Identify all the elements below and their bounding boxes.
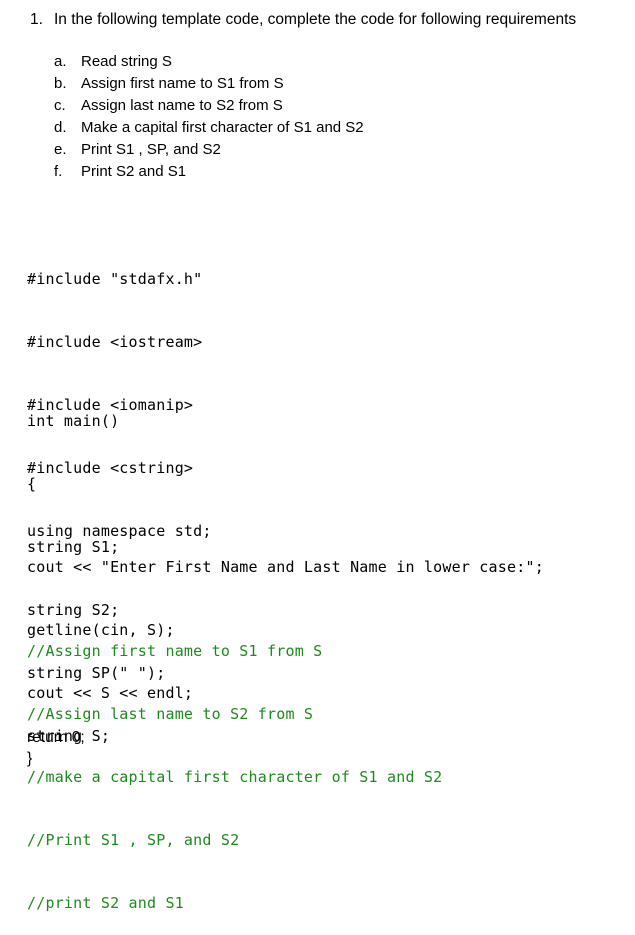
requirement-text: Read string S <box>81 53 172 70</box>
code-line: cout << "Enter First Name and Last Name … <box>27 558 544 576</box>
requirement-item: a. Read string S <box>54 51 364 73</box>
requirement-text: Assign first name to S1 from S <box>81 75 284 92</box>
requirement-item: f. Print S2 and S1 <box>54 161 364 183</box>
requirement-letter: e. <box>54 141 67 158</box>
requirement-text: Make a capital first character of S1 and… <box>81 119 364 136</box>
code-line: #include <iostream> <box>27 333 203 351</box>
code-comment-line: //print S2 and S1 <box>27 894 184 912</box>
requirement-item: e. Print S1 , SP, and S2 <box>54 139 364 161</box>
code-comment-line: //Assign first name to S1 from S <box>27 642 323 660</box>
code-footer-block: return 0; } <box>27 727 85 769</box>
code-line: return 0; <box>27 729 85 746</box>
code-line: } <box>27 750 33 767</box>
requirement-text: Print S1 , SP, and S2 <box>81 141 221 158</box>
requirement-letter: f. <box>54 163 63 180</box>
question-heading: 1. In the following template code, comple… <box>30 11 576 29</box>
code-comments-block: //Assign first name to S1 from S //Assig… <box>27 599 442 935</box>
requirement-letter: b. <box>54 75 67 92</box>
code-line: #include "stdafx.h" <box>27 270 203 288</box>
question-text: In the following template code, complete… <box>54 11 577 28</box>
requirement-item: d. Make a capital first character of S1 a… <box>54 117 364 139</box>
requirement-text: Print S2 and S1 <box>81 163 187 180</box>
requirement-item: c. Assign last name to S2 from S <box>54 95 364 117</box>
requirement-text: Assign last name to S2 from S <box>81 97 283 114</box>
requirement-item: b. Assign first name to S1 from S <box>54 73 364 95</box>
code-line: int main() <box>27 412 120 430</box>
requirements-list: a. Read string S b. Assign first name to S… <box>54 51 364 183</box>
question-number: 1. <box>30 11 43 28</box>
code-comment-line: //Assign last name to S2 from S <box>27 705 314 723</box>
requirement-letter: c. <box>54 97 66 114</box>
code-line: { <box>27 475 37 493</box>
requirement-letter: d. <box>54 119 67 136</box>
requirement-letter: a. <box>54 53 67 70</box>
code-comment-line: //Print S1 , SP, and S2 <box>27 831 240 849</box>
